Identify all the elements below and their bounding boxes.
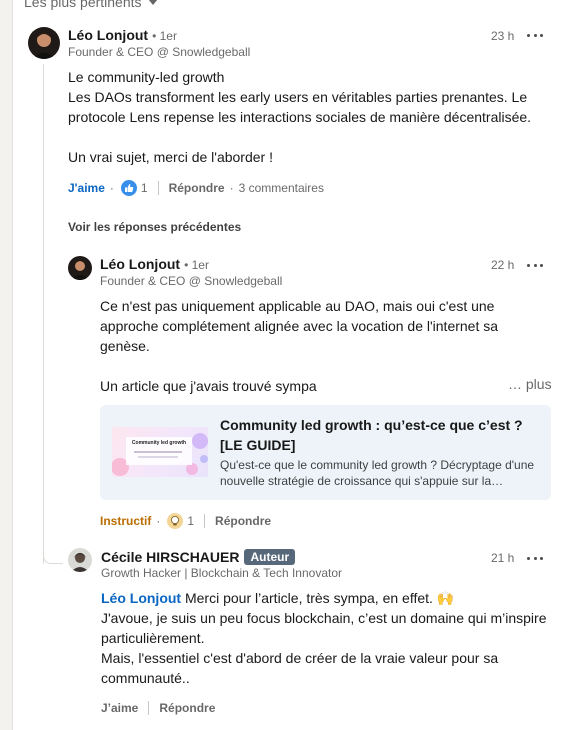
caret-down-icon xyxy=(147,0,158,5)
insightful-button[interactable]: Instructif xyxy=(100,514,151,528)
link-preview-card[interactable]: Community led growth Community led growt… xyxy=(100,405,551,500)
avatar[interactable] xyxy=(68,548,92,572)
comment-text-line: Un vrai sujet, merci de l'aborder ! xyxy=(68,149,273,165)
reply-text-line: J'avoue, je suis un peu focus blockchain… xyxy=(101,610,547,646)
thread-line xyxy=(43,64,44,564)
connection-degree: • 1er xyxy=(152,29,177,43)
timestamp: 21 h xyxy=(491,551,515,565)
sort-dropdown[interactable]: Les plus pertinents xyxy=(24,0,158,10)
reply-text: Ce n'est pas uniquement applicable au DA… xyxy=(100,296,520,396)
comment-text-line: Le community-led growth xyxy=(68,69,225,85)
comment-text: Le community-led growth Les DAOs transfo… xyxy=(68,67,548,167)
reply-author[interactable]: Cécile HIRSCHAUER Auteur xyxy=(101,549,296,565)
comment-author[interactable]: Léo Lonjout • 1er xyxy=(68,27,177,43)
mention-link[interactable]: Léo Lonjout xyxy=(101,590,181,606)
sort-label: Les plus pertinents xyxy=(24,0,142,10)
article-thumbnail[interactable]: Community led growth xyxy=(112,427,208,477)
thread-connector xyxy=(43,540,63,564)
like-thumb-icon[interactable] xyxy=(120,180,137,196)
more-options-icon[interactable] xyxy=(527,550,543,566)
timestamp: 22 h xyxy=(491,258,515,272)
author-badge: Auteur xyxy=(244,549,296,565)
reply-button[interactable]: Répondre xyxy=(159,701,215,715)
see-more-link[interactable]: … plus xyxy=(508,376,552,392)
reply-text-paragraph: Ce n'est pas uniquement applicable au DA… xyxy=(100,298,499,354)
article-title[interactable]: Community led growth : qu’est-ce que c’e… xyxy=(220,415,540,455)
avatar[interactable] xyxy=(28,27,60,59)
author-name[interactable]: Cécile HIRSCHAUER xyxy=(101,549,239,565)
more-options-icon[interactable] xyxy=(527,257,543,273)
author-headline: Founder & CEO @ Snowledgeball xyxy=(68,45,251,59)
avatar[interactable] xyxy=(68,256,92,280)
reply-button[interactable]: Répondre xyxy=(169,181,225,195)
author-headline: Growth Hacker | Blockchain & Tech Innova… xyxy=(101,566,343,580)
comments-count[interactable]: 3 commentaires xyxy=(239,181,324,195)
article-description: Qu'est-ce que le community led growth ? … xyxy=(220,458,535,488)
reply-author[interactable]: Léo Lonjout • 1er xyxy=(100,256,209,272)
author-headline: Founder & CEO @ Snowledgeball xyxy=(100,274,283,288)
like-button[interactable]: J’aime xyxy=(101,701,138,715)
thumbnail-title: Community led growth xyxy=(131,440,187,446)
insightful-bulb-icon[interactable] xyxy=(167,513,184,529)
reply-text-line: Léo Lonjout Merci pour l’article, très s… xyxy=(101,588,551,608)
see-previous-replies-link[interactable]: Voir les réponses précédentes xyxy=(68,220,241,234)
reply-actions: Instructif · 1 Répondre xyxy=(100,513,272,529)
timestamp: 23 h xyxy=(491,29,515,43)
reply-actions: J’aime Répondre xyxy=(101,701,215,715)
reaction-count[interactable]: 1 xyxy=(141,181,148,195)
reaction-count[interactable]: 1 xyxy=(187,514,194,528)
comment-actions: J'aime · 1 Répondre · 3 commentaires xyxy=(68,180,324,196)
like-button[interactable]: J'aime xyxy=(68,181,105,195)
author-name[interactable]: Léo Lonjout xyxy=(68,27,148,43)
more-options-icon[interactable] xyxy=(527,27,543,43)
reply-text: Léo Lonjout Merci pour l’article, très s… xyxy=(101,588,551,688)
comment-text-line: Les DAOs transforment les early users en… xyxy=(68,89,532,125)
reply-text-fragment: Merci pour l’article, très sympa, en eff… xyxy=(181,590,455,606)
reply-button[interactable]: Répondre xyxy=(215,514,271,528)
connection-degree: • 1er xyxy=(184,258,209,272)
reply-text-paragraph: Un article que j'avais trouvé sympa xyxy=(100,378,317,394)
reply-text-line: Mais, l'essentiel c'est d'abord de créer… xyxy=(101,650,499,686)
author-name[interactable]: Léo Lonjout xyxy=(100,256,180,272)
